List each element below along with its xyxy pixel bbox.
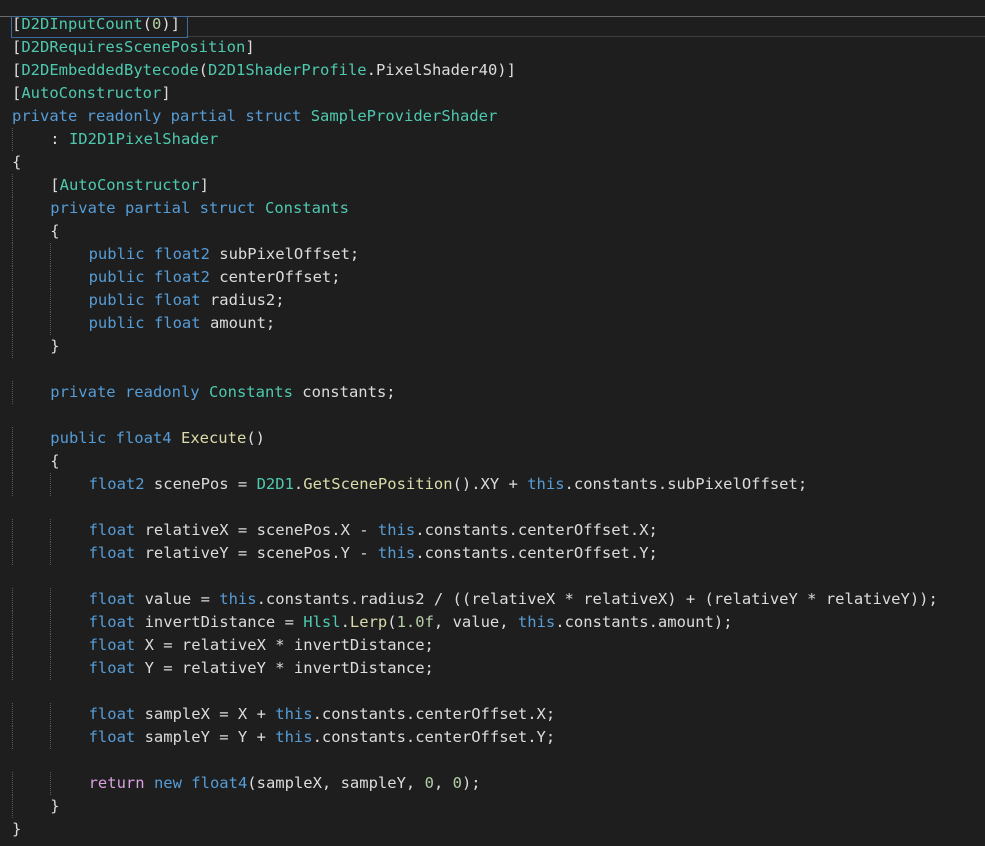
- code-line[interactable]: }: [12, 795, 938, 818]
- indent-guide: [12, 174, 50, 197]
- indent-guide: [50, 519, 88, 542]
- code-line[interactable]: float Y = relativeY * invertDistance;: [12, 657, 938, 680]
- indent-guide: [50, 473, 88, 496]
- code-line[interactable]: public float2 centerOffset;: [12, 266, 938, 289]
- code-line[interactable]: }: [12, 335, 938, 358]
- code-line[interactable]: {: [12, 151, 938, 174]
- code-line[interactable]: [D2DInputCount(0)]: [12, 13, 938, 36]
- code-line[interactable]: [D2DRequiresScenePosition]: [12, 36, 938, 59]
- indent-guide: [50, 312, 88, 335]
- code-line[interactable]: float relativeX = scenePos.X - this.cons…: [12, 519, 938, 542]
- indent-guide: [12, 519, 50, 542]
- indent-guide: [50, 703, 88, 726]
- indent-guide: [12, 128, 50, 151]
- indent-guide: [12, 220, 50, 243]
- indent-guide: [12, 381, 50, 404]
- code-line[interactable]: [AutoConstructor]: [12, 174, 938, 197]
- code-line[interactable]: [12, 358, 938, 381]
- indent-guide: [12, 335, 50, 358]
- code-line[interactable]: [12, 496, 938, 519]
- code-line[interactable]: [12, 565, 938, 588]
- code-line[interactable]: private readonly partial struct SamplePr…: [12, 105, 938, 128]
- indent-guide: [12, 243, 50, 266]
- indent-guide: [50, 542, 88, 565]
- indent-guide: [12, 542, 50, 565]
- code-line[interactable]: [12, 749, 938, 772]
- code-line[interactable]: float sampleX = X + this.constants.cente…: [12, 703, 938, 726]
- indent-guide: [12, 795, 50, 818]
- code-line[interactable]: float sampleY = Y + this.constants.cente…: [12, 726, 938, 749]
- indent-guide: [12, 703, 50, 726]
- code-line[interactable]: [D2DEmbeddedBytecode(D2D1ShaderProfile.P…: [12, 59, 938, 82]
- indent-guide: [50, 289, 88, 312]
- code-line[interactable]: public float4 Execute(): [12, 427, 938, 450]
- code-line[interactable]: {: [12, 220, 938, 243]
- indent-guide: [12, 473, 50, 496]
- indent-guide: [50, 588, 88, 611]
- indent-guide: [12, 289, 50, 312]
- code-line[interactable]: }: [12, 818, 938, 841]
- code-line[interactable]: [12, 680, 938, 703]
- indent-guide: [12, 634, 50, 657]
- code-editor[interactable]: [D2DInputCount(0)] [D2DRequiresScenePosit…: [0, 0, 985, 846]
- code-line[interactable]: float2 scenePos = D2D1.GetScenePosition(…: [12, 473, 938, 496]
- code-line[interactable]: : ID2D1PixelShader: [12, 128, 938, 151]
- indent-guide: [12, 726, 50, 749]
- code-line[interactable]: public float radius2;: [12, 289, 938, 312]
- indent-guide: [12, 197, 50, 220]
- code-line[interactable]: private readonly Constants constants;: [12, 381, 938, 404]
- indent-guide: [12, 312, 50, 335]
- indent-guide: [50, 243, 88, 266]
- code-line[interactable]: float X = relativeX * invertDistance;: [12, 634, 938, 657]
- code-line[interactable]: float invertDistance = Hlsl.Lerp(1.0f, v…: [12, 611, 938, 634]
- indent-guide: [50, 726, 88, 749]
- code-line[interactable]: float relativeY = scenePos.Y - this.cons…: [12, 542, 938, 565]
- indent-guide: [50, 266, 88, 289]
- indent-guide: [50, 657, 88, 680]
- code-line[interactable]: {: [12, 450, 938, 473]
- indent-guide: [50, 611, 88, 634]
- indent-guide: [12, 588, 50, 611]
- code-line[interactable]: [AutoConstructor]: [12, 82, 938, 105]
- indent-guide: [50, 634, 88, 657]
- indent-guide: [12, 450, 50, 473]
- indent-guide: [50, 772, 88, 795]
- code-line[interactable]: float value = this.constants.radius2 / (…: [12, 588, 938, 611]
- code-line[interactable]: public float2 subPixelOffset;: [12, 243, 938, 266]
- code-line[interactable]: [12, 404, 938, 427]
- indent-guide: [12, 772, 50, 795]
- code-line[interactable]: return new float4(sampleX, sampleY, 0, 0…: [12, 772, 938, 795]
- indent-guide: [12, 611, 50, 634]
- code-lines[interactable]: [D2DInputCount(0)] [D2DRequiresScenePosit…: [12, 13, 938, 841]
- indent-guide: [12, 266, 50, 289]
- indent-guide: [12, 657, 50, 680]
- code-line[interactable]: public float amount;: [12, 312, 938, 335]
- indent-guide: [12, 427, 50, 450]
- code-line[interactable]: private partial struct Constants: [12, 197, 938, 220]
